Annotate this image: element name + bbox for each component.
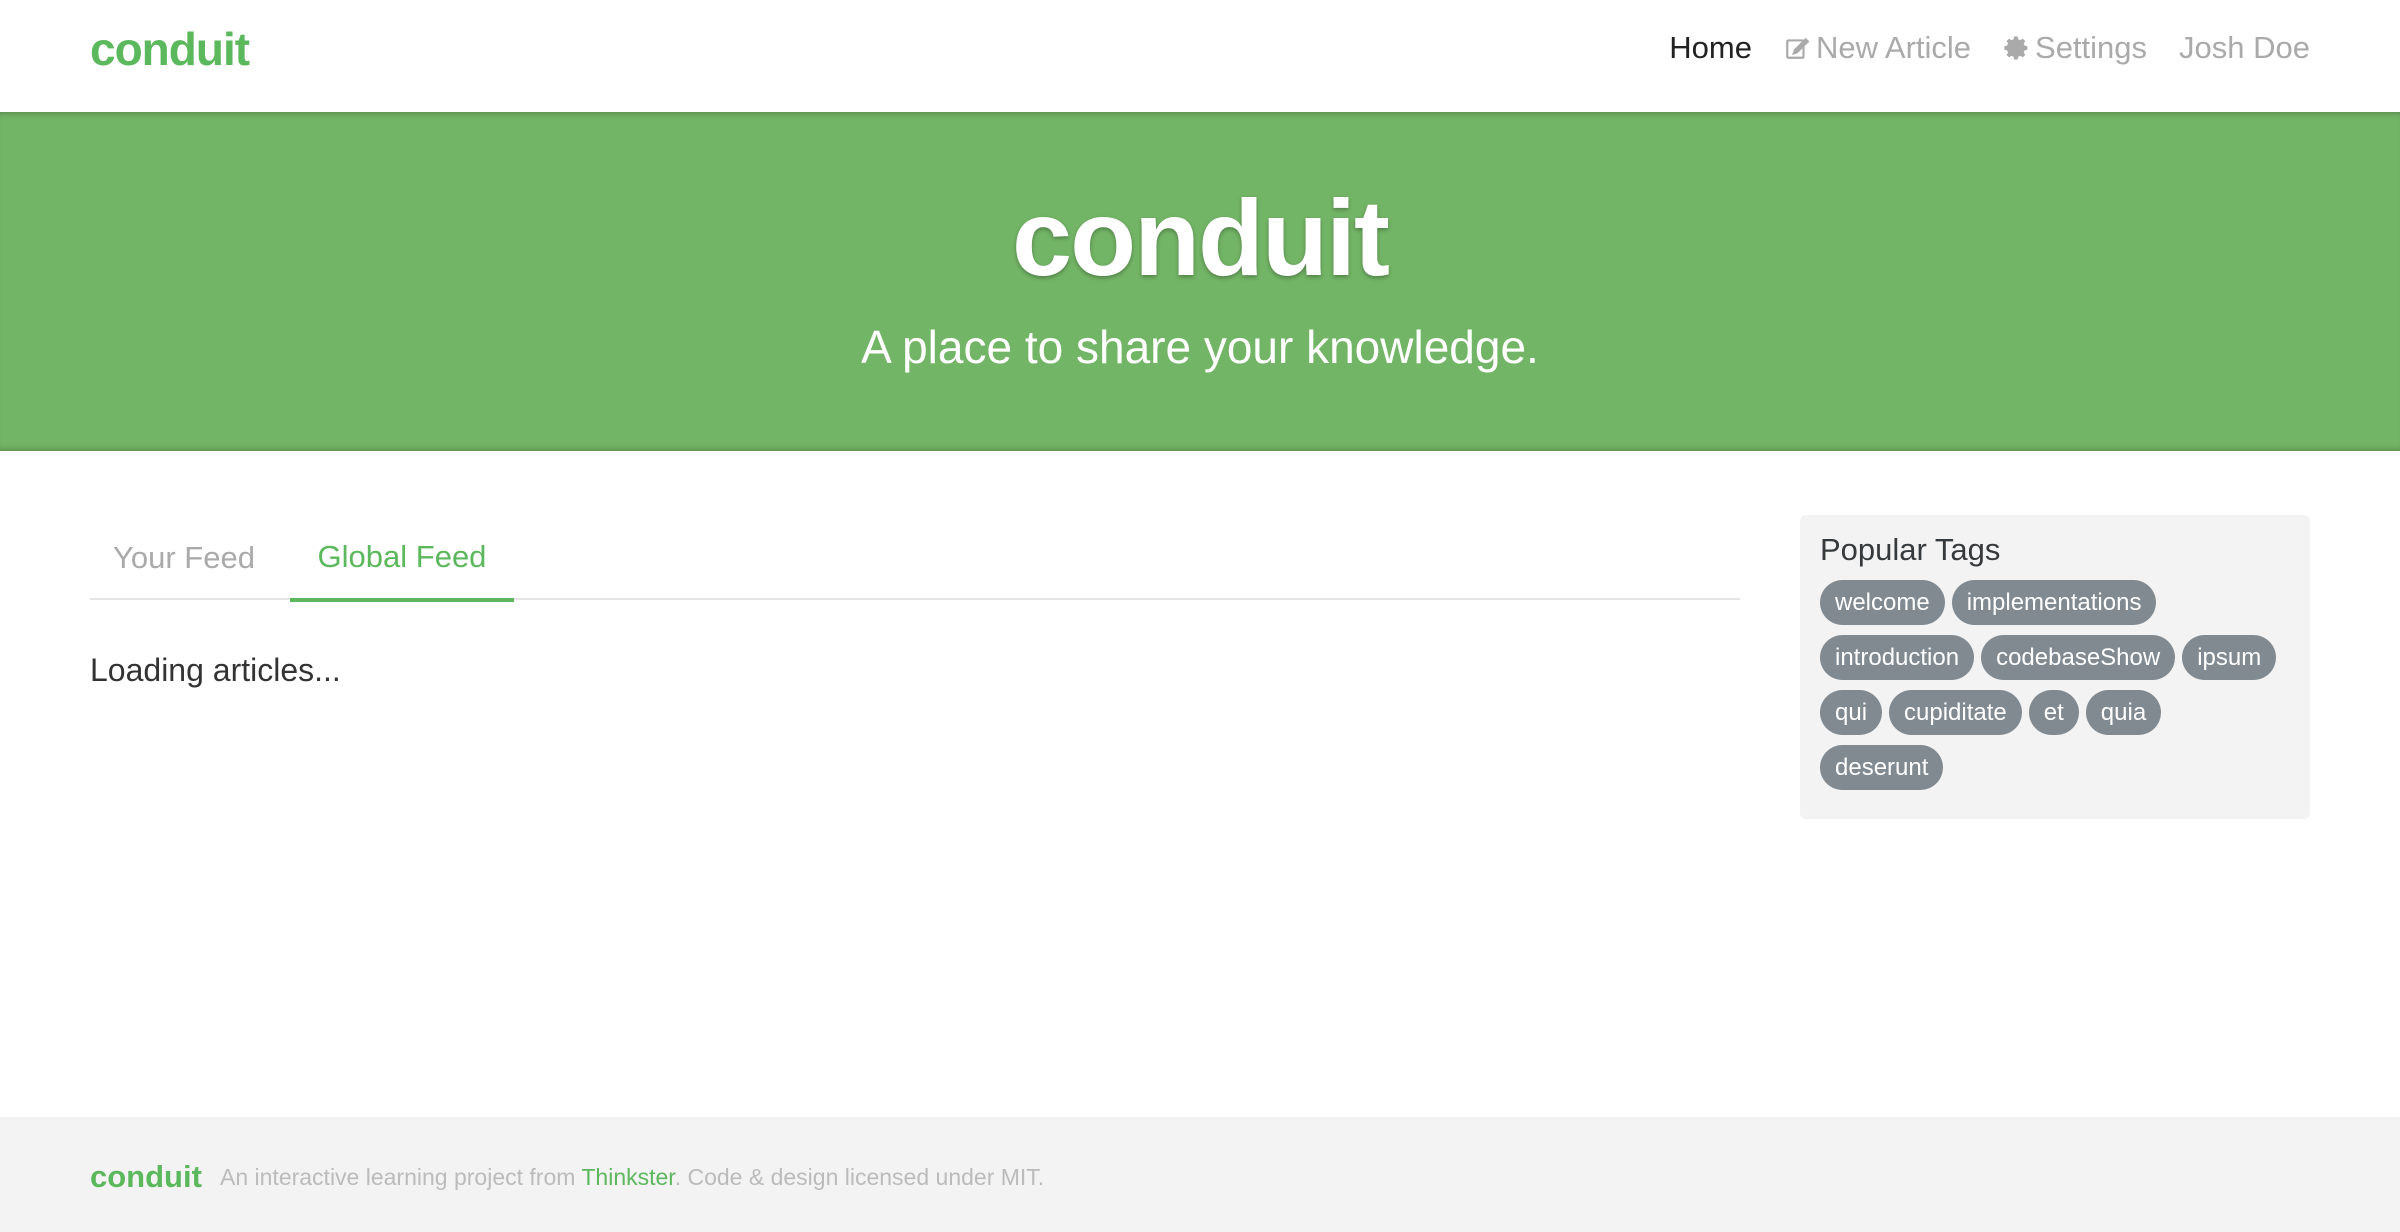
tag-pill[interactable]: qui [1820, 690, 1883, 736]
tag-pill[interactable]: quia [2085, 690, 2162, 736]
nav-link-settings-label: Settings [2035, 30, 2148, 65]
banner-title: conduit [1012, 177, 1390, 298]
nav-link-new-article[interactable]: New Article [1784, 30, 1971, 66]
gear-icon [2003, 35, 2029, 61]
nav-link-profile[interactable]: Josh Doe [2179, 30, 2310, 66]
tab-your-feed[interactable]: Your Feed [90, 522, 278, 600]
navbar: conduit Home New Article Settings Josh D… [0, 0, 2400, 112]
tag-pill[interactable]: deserunt [1820, 745, 1944, 791]
footer-text-after: . Code & design licensed under MIT. [674, 1164, 1045, 1190]
footer-attribution: An interactive learning project from Thi… [220, 1164, 1044, 1191]
nav-link-profile-label: Josh Doe [2179, 30, 2310, 65]
tag-pill[interactable]: et [2028, 690, 2079, 736]
banner-subtitle: A place to share your knowledge. [861, 321, 1539, 373]
footer: conduit An interactive learning project … [0, 1117, 2400, 1232]
loading-message: Loading articles... [90, 652, 341, 688]
tag-pill[interactable]: introduction [1820, 635, 1975, 681]
nav-link-home-label: Home [1669, 30, 1752, 65]
nav-link-home[interactable]: Home [1669, 30, 1752, 66]
thinkster-link[interactable]: Thinkster [581, 1164, 674, 1190]
nav-link-new-article-label: New Article [1815, 30, 1972, 65]
edit-icon [1784, 35, 1810, 61]
tag-pill[interactable]: codebaseShow [1981, 635, 2176, 681]
feed-toggle: Your Feed Global Feed [90, 522, 1740, 602]
tab-global-feed[interactable]: Global Feed [290, 522, 514, 602]
tag-pill[interactable]: implementations [1951, 580, 2157, 626]
footer-text-before: An interactive learning project from [220, 1164, 582, 1190]
footer-brand[interactable]: conduit [90, 1159, 202, 1195]
hero-banner: conduit A place to share your knowledge. [0, 112, 2400, 451]
tag-list: welcome implementations introduction cod… [1820, 580, 2290, 791]
tag-pill[interactable]: welcome [1820, 580, 1945, 626]
tag-pill[interactable]: cupiditate [1889, 690, 2022, 736]
popular-tags-sidebar: Popular Tags welcome implementations int… [1800, 515, 2310, 819]
navbar-brand[interactable]: conduit [90, 22, 250, 76]
nav-link-settings[interactable]: Settings [2003, 30, 2147, 66]
sidebar-title: Popular Tags [1820, 532, 2001, 567]
nav-links: Home New Article Settings Josh Doe [1669, 30, 2310, 66]
tag-pill[interactable]: ipsum [2182, 635, 2277, 681]
